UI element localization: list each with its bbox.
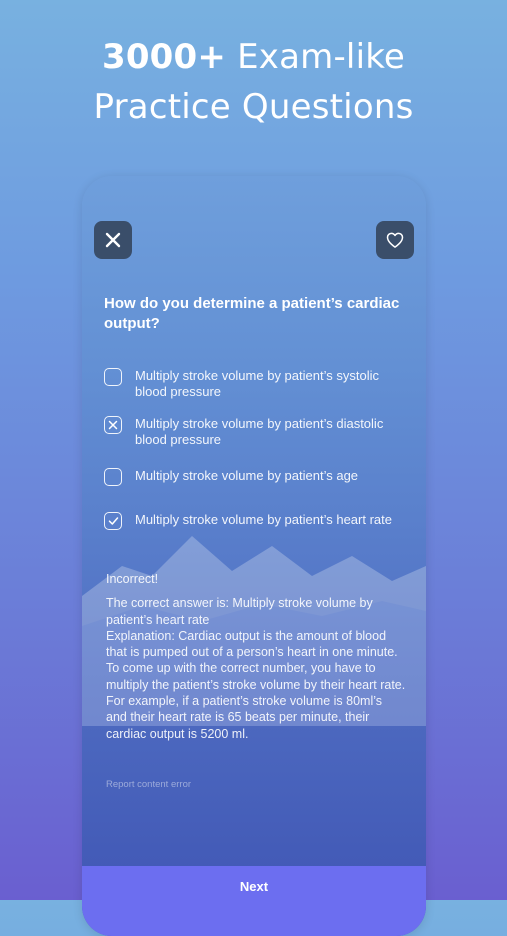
answer-option-1[interactable]: Multiply stroke volume by patient’s syst… <box>104 368 404 400</box>
answer-option-label: Multiply stroke volume by patient’s age <box>135 468 359 483</box>
heart-icon <box>386 232 404 248</box>
checkmark-icon <box>108 517 118 525</box>
explanation-text: The correct answer is: Multiply stroke v… <box>106 596 406 741</box>
x-mark-icon <box>108 420 118 430</box>
question-text: How do you determine a patient’s cardiac… <box>104 295 400 332</box>
checkbox-empty[interactable] <box>104 368 122 386</box>
checkbox-empty[interactable] <box>104 468 122 486</box>
promo-headline: 3000+ Exam-like Practice Questions <box>0 32 507 132</box>
headline-count: 3000+ <box>101 37 227 77</box>
favorite-button[interactable] <box>376 221 414 259</box>
headline-line-1: 3000+ Exam-like <box>0 32 507 82</box>
answer-feedback: Incorrect! The correct answer is: Multip… <box>106 571 406 742</box>
phone-screen: How do you determine a patient’s cardiac… <box>82 176 426 936</box>
next-button-label: Next <box>239 879 269 894</box>
answer-option-label: Multiply stroke volume by patient’s hear… <box>135 512 392 527</box>
answer-option-4[interactable]: Multiply stroke volume by patient’s hear… <box>104 512 404 530</box>
headline-rest: Exam-like <box>226 37 406 77</box>
answer-option-label: Multiply stroke volume by patient’s dias… <box>135 416 384 447</box>
close-button[interactable] <box>94 221 132 259</box>
result-status: Incorrect! <box>106 572 159 586</box>
answer-option-3[interactable]: Multiply stroke volume by patient’s age <box>104 468 404 486</box>
report-error-link[interactable]: Report content error <box>106 779 191 790</box>
checkbox-correct[interactable] <box>104 512 122 530</box>
checkbox-wrong[interactable] <box>104 416 122 434</box>
answer-option-2[interactable]: Multiply stroke volume by patient’s dias… <box>104 416 404 448</box>
headline-line-2: Practice Questions <box>93 87 414 127</box>
answer-option-label: Multiply stroke volume by patient’s syst… <box>135 368 379 399</box>
close-icon <box>105 232 121 248</box>
next-button[interactable]: Next <box>82 866 426 936</box>
